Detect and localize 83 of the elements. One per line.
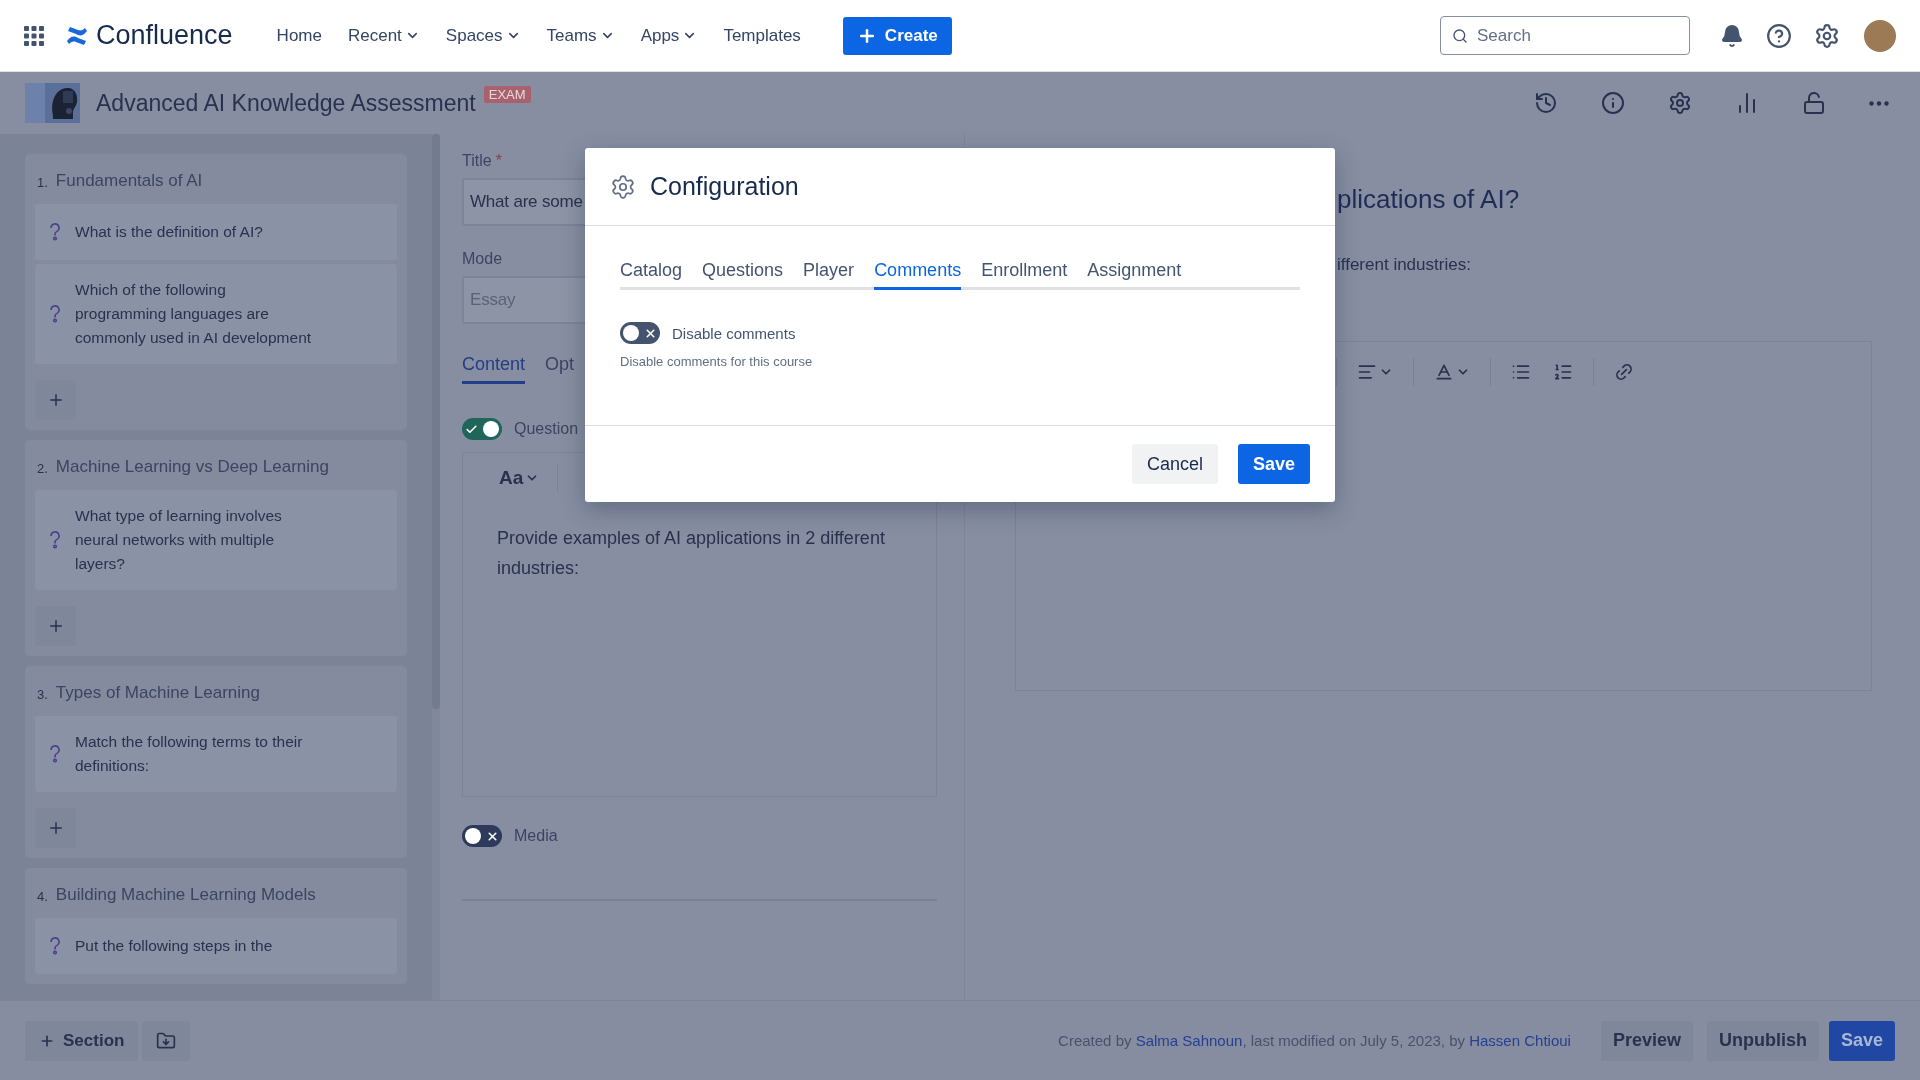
text-color-icon [1434, 362, 1454, 382]
bell-icon [1720, 23, 1744, 48]
toggle-label: Question [514, 420, 579, 438]
section-number: 1. [37, 175, 48, 190]
folder-button[interactable] [142, 1020, 191, 1061]
editor-link[interactable]: Hassen Chtioui [1469, 1032, 1571, 1049]
create-button[interactable]: Create [842, 16, 952, 55]
nav-item[interactable]: Apps [632, 19, 706, 52]
dialog-tab[interactable]: Questions [702, 260, 784, 290]
question-heading: plications of AI? [1337, 184, 1521, 215]
setting-hint: Disable comments for this course [620, 354, 814, 369]
settings-icon [1668, 91, 1692, 115]
toggle-label: Disable comments [672, 324, 796, 342]
add-question-button[interactable] [35, 380, 76, 420]
add-question-button[interactable] [35, 606, 76, 646]
section-title[interactable]: Types of Machine Learning [55, 684, 341, 701]
toggle-switch[interactable] [462, 418, 502, 440]
field-label: Mode [462, 250, 504, 268]
dialog-tab[interactable]: Assignment [1087, 260, 1182, 290]
add-question-button[interactable] [35, 808, 76, 848]
question-item[interactable]: Which of the following programming languages are commonly used in AI development [35, 264, 397, 364]
question-item[interactable]: What type of learning involves neural networks with multiple layers? [35, 490, 397, 590]
save-button[interactable]: Save [1828, 1020, 1895, 1061]
close-icon [486, 829, 499, 843]
close-icon [644, 326, 657, 340]
save-button[interactable]: Save [1237, 444, 1310, 484]
numbered-list-icon [1553, 362, 1573, 382]
editor-tab[interactable]: Content [462, 354, 526, 384]
section-number: 2. [37, 461, 48, 476]
add-section-button[interactable]: Section [25, 1020, 139, 1061]
question-text: ifferent industries: [1337, 255, 1472, 275]
question-icon [49, 531, 61, 549]
dialog-tab[interactable]: Comments [874, 260, 962, 290]
nav-item[interactable]: Home [268, 19, 330, 52]
nav-item[interactable]: Templates [715, 19, 809, 52]
cancel-button[interactable]: Cancel [1131, 444, 1218, 484]
nav-item[interactable]: Teams [538, 19, 623, 52]
editor-tab[interactable]: Opt [545, 354, 575, 384]
page-title: Advanced AI Knowledge Assessment [96, 89, 476, 117]
toggle-label: Media [514, 827, 558, 845]
search-field[interactable]: Search [1440, 16, 1690, 55]
dialog-tab[interactable]: Player [803, 260, 855, 290]
bullet-list-icon [1511, 362, 1531, 382]
history-icon [1534, 91, 1558, 115]
question-item[interactable]: Match the following terms to their definitions: [35, 716, 397, 792]
section-title[interactable]: Machine Learning vs Deep Learning [55, 458, 341, 475]
folder-icon [156, 1030, 177, 1051]
field-label: Title * [462, 152, 503, 170]
more-icon [1869, 100, 1889, 106]
action-button[interactable]: Unpublish [1706, 1020, 1819, 1061]
unlocked-padlock-icon [1802, 91, 1826, 115]
check-icon [465, 422, 478, 436]
author-link[interactable]: Salma Sahnoun [1135, 1032, 1243, 1049]
avatar[interactable] [1864, 19, 1896, 52]
section-number: 4. [37, 889, 48, 904]
question-icon [49, 745, 61, 763]
app-switcher-icon[interactable] [24, 25, 44, 46]
section-number: 3. [37, 687, 48, 702]
settings-icon [1814, 22, 1840, 49]
action-button[interactable]: Preview [1600, 1020, 1693, 1061]
align-left-icon [1357, 362, 1377, 382]
section-title[interactable]: Fundamentals of AI [55, 172, 341, 189]
nav-item[interactable]: Recent [339, 19, 428, 52]
exam-tag: EXAM [483, 86, 531, 103]
info-icon [1601, 91, 1625, 115]
logo-icon [66, 24, 88, 47]
product-name: Confluence [96, 20, 233, 51]
question-icon [49, 223, 61, 241]
question-text: Provide examples of AI applications in 2 different industries: [497, 527, 886, 580]
help-icon [1766, 22, 1792, 49]
search-icon [1452, 28, 1468, 44]
toggle-switch[interactable] [462, 825, 502, 847]
question-icon [49, 305, 61, 323]
dialog-tab[interactable]: Enrollment [981, 260, 1068, 290]
toggle-switch[interactable] [620, 322, 660, 344]
section-title[interactable]: Building Machine Learning Models [55, 886, 341, 903]
question-icon [49, 937, 61, 955]
page-credit: Created by Salma Sahnoun, last modified on July 5, 2023, by Hassen Chtioui [1058, 1032, 1571, 1049]
question-item[interactable]: What is the definition of AI? [35, 204, 397, 260]
text-style-button[interactable]: Aa [493, 466, 546, 490]
question-item[interactable]: Put the following steps in the [35, 918, 397, 974]
nav-item[interactable]: Spaces [437, 19, 529, 52]
settings-icon [610, 173, 636, 200]
